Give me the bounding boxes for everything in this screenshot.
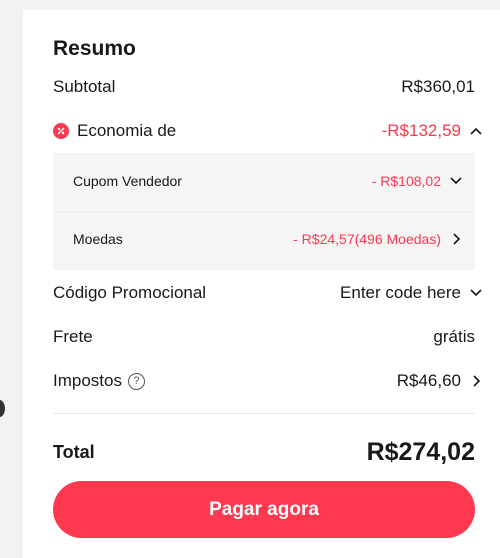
coins-row[interactable]: Moedas - R$24,57(496 Moedas) bbox=[73, 231, 463, 247]
savings-label: Economia de bbox=[77, 121, 177, 140]
question-circle-icon[interactable]: ? bbox=[127, 372, 145, 390]
shipping-value: grátis bbox=[433, 327, 475, 346]
total-value: R$274,02 bbox=[366, 438, 475, 466]
total-divider bbox=[53, 413, 475, 414]
subtotal-label: Subtotal bbox=[53, 77, 116, 96]
coupon-row[interactable]: Cupom Vendedor - R$108,02 bbox=[73, 173, 463, 189]
taxes-label: Impostos bbox=[53, 371, 122, 390]
edge-handle bbox=[0, 400, 5, 417]
breakdown-divider bbox=[53, 211, 475, 212]
promo-code-label: Código Promocional bbox=[53, 283, 207, 302]
discount-icon bbox=[53, 123, 69, 139]
chevron-up-icon[interactable] bbox=[469, 124, 483, 138]
chevron-down-icon[interactable] bbox=[449, 174, 463, 188]
promo-code-row[interactable]: Código Promocional Enter code here bbox=[53, 283, 483, 303]
savings-value: -R$132,59 bbox=[381, 121, 461, 140]
promo-code-input[interactable]: Enter code here bbox=[340, 283, 461, 303]
taxes-value: R$46,60 bbox=[396, 371, 461, 390]
coins-label: Moedas bbox=[73, 231, 123, 247]
total-row: Total R$274,02 bbox=[53, 438, 475, 467]
savings-breakdown: Cupom Vendedor - R$108,02 Moedas - R$24,… bbox=[53, 153, 475, 270]
shipping-label: Frete bbox=[53, 327, 93, 346]
order-summary-card: Resumo Subtotal R$360,01 Economia de -R$… bbox=[23, 10, 500, 558]
pay-now-button[interactable]: Pagar agora bbox=[53, 481, 475, 538]
coins-value: - R$24,57(496 Moedas) bbox=[293, 231, 441, 247]
shipping-row: Frete grátis bbox=[53, 327, 475, 347]
total-label: Total bbox=[53, 442, 95, 462]
chevron-right-icon[interactable] bbox=[469, 374, 483, 388]
savings-row[interactable]: Economia de -R$132,59 bbox=[53, 121, 483, 141]
chevron-down-icon[interactable] bbox=[469, 286, 483, 300]
subtotal-row: Subtotal R$360,01 bbox=[53, 77, 475, 97]
chevron-right-icon[interactable] bbox=[449, 232, 463, 246]
subtotal-value: R$360,01 bbox=[401, 77, 475, 96]
coupon-value: - R$108,02 bbox=[371, 173, 441, 189]
taxes-row[interactable]: Impostos ? R$46,60 bbox=[53, 371, 483, 391]
coupon-label: Cupom Vendedor bbox=[73, 173, 182, 189]
summary-title: Resumo bbox=[53, 37, 136, 60]
